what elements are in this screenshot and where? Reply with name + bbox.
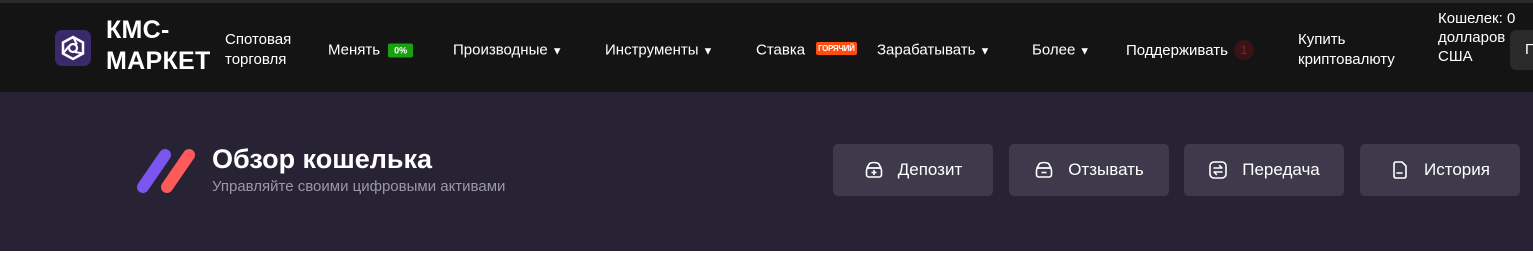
nav-derivatives-label: Производные bbox=[453, 41, 548, 59]
zero-fee-badge: 0% bbox=[388, 43, 414, 57]
nav-buy-crypto[interactable]: Купить криптовалюту bbox=[1298, 30, 1413, 70]
nav-derivatives[interactable]: Производные ▼ bbox=[453, 42, 563, 59]
caret-down-icon: ▼ bbox=[702, 45, 714, 57]
nav-exchange-label: Менять bbox=[328, 41, 381, 59]
deposit-button[interactable]: Депозит bbox=[833, 144, 993, 196]
nav-stake-label: Ставка bbox=[756, 41, 806, 59]
caret-down-icon: ▼ bbox=[551, 45, 563, 57]
nav-tools[interactable]: Инструменты ▼ bbox=[605, 42, 713, 59]
nav-more-label: Более bbox=[1032, 41, 1076, 59]
page-subtitle: Управляйте своими цифровыми активами bbox=[212, 178, 506, 195]
nav-exchange[interactable]: Менять 0% bbox=[328, 41, 414, 59]
logo-icon[interactable] bbox=[55, 30, 91, 66]
nav-support-label: Поддерживать bbox=[1126, 41, 1228, 59]
page-title: Обзор кошелька bbox=[212, 144, 433, 174]
nav-tools-label: Инструменты bbox=[605, 41, 699, 59]
deposit-label: Депозит bbox=[897, 160, 963, 179]
nav-support[interactable]: Поддерживать 1 bbox=[1126, 40, 1254, 60]
caret-down-icon: ▼ bbox=[1079, 45, 1091, 57]
nav-earn[interactable]: Зарабатывать ▼ bbox=[877, 42, 990, 59]
history-button[interactable]: История bbox=[1360, 144, 1520, 196]
top-navigation-bar: КМС-МАРКЕТ Спотовая торговля Менять 0% П… bbox=[0, 0, 1533, 92]
wallet-minus-icon bbox=[1035, 161, 1053, 178]
nav-more[interactable]: Более ▼ bbox=[1032, 42, 1090, 59]
wallet-plus-icon bbox=[865, 161, 883, 178]
nav-stake[interactable]: Ставка bbox=[756, 42, 805, 59]
history-label: История bbox=[1424, 160, 1490, 179]
transfer-button[interactable]: Передача bbox=[1184, 144, 1344, 196]
wallet-balance[interactable]: Кошелек: 0 долларов США bbox=[1438, 9, 1518, 66]
nav-spot-trading[interactable]: Спотовая торговля bbox=[225, 30, 300, 70]
header-edge-button[interactable]: П bbox=[1510, 30, 1533, 70]
nav-earn-label: Зарабатывать bbox=[877, 41, 976, 59]
hot-badge: ГОРЯЧИЙ bbox=[816, 42, 857, 55]
support-count-badge: 1 bbox=[1233, 40, 1254, 60]
transfer-arrows-icon bbox=[1209, 161, 1228, 179]
caret-down-icon: ▼ bbox=[979, 45, 991, 57]
document-icon bbox=[1393, 161, 1407, 179]
transfer-label: Передача bbox=[1242, 160, 1320, 179]
decorative-stripes-icon bbox=[137, 149, 195, 193]
brand-name[interactable]: КМС-МАРКЕТ bbox=[106, 15, 231, 77]
withdraw-button[interactable]: Отзывать bbox=[1009, 144, 1169, 196]
withdraw-label: Отзывать bbox=[1068, 160, 1144, 179]
